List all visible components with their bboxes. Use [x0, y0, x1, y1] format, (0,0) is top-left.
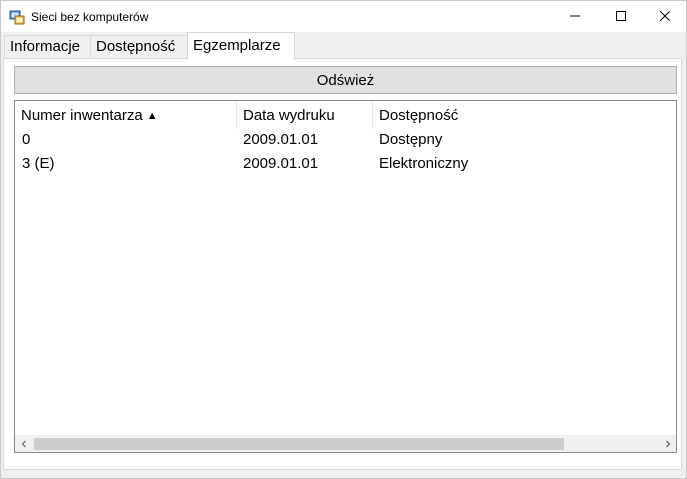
tab-egzemplarze[interactable]: Egzemplarze	[187, 32, 295, 60]
tab-dostepnosc[interactable]: Dostępność	[90, 35, 188, 57]
column-label: Dostępność	[379, 107, 459, 124]
maximize-button[interactable]	[598, 1, 644, 32]
cell-print-date: 2009.01.01	[243, 131, 319, 148]
scroll-right-button[interactable]	[659, 435, 676, 452]
column-header-print-date[interactable]: Data wydruku	[237, 101, 373, 129]
cell-availability: Elektroniczny	[379, 155, 469, 172]
minimize-button[interactable]	[552, 1, 598, 32]
tab-informacje[interactable]: Informacje	[4, 35, 91, 57]
column-header-inventory-number[interactable]: Numer inwentarza ▲	[15, 101, 237, 129]
minimize-icon	[570, 8, 580, 25]
app-window: Sieci bez komputerów Informacje Dostępno…	[0, 0, 687, 479]
chevron-left-icon	[20, 437, 28, 451]
list-header: Numer inwentarza ▲ Data wydruku Dostępnoś…	[15, 101, 676, 129]
list-item[interactable]: 0 2009.01.01 Dostępny	[15, 128, 676, 152]
maximize-icon	[616, 8, 626, 25]
sort-ascending-icon: ▲	[146, 110, 158, 122]
cell-availability: Dostępny	[379, 131, 443, 148]
chevron-right-icon	[664, 437, 672, 451]
cell-inventory-number: 0	[22, 131, 31, 148]
close-button[interactable]	[642, 1, 686, 32]
title-bar[interactable]: Sieci bez komputerów	[1, 1, 686, 32]
refresh-button[interactable]: Odśwież	[14, 66, 677, 94]
cell-print-date: 2009.01.01	[243, 155, 319, 172]
scrollbar-thumb[interactable]	[34, 438, 564, 450]
horizontal-scrollbar[interactable]	[15, 435, 676, 452]
scroll-left-button[interactable]	[15, 435, 32, 452]
column-header-availability[interactable]: Dostępność	[373, 101, 676, 129]
window-title: Sieci bez komputerów	[31, 10, 149, 24]
close-icon	[659, 8, 671, 25]
app-icon	[9, 9, 25, 25]
list-item[interactable]: 3 (E) 2009.01.01 Elektroniczny	[15, 152, 676, 176]
tab-page-egzemplarze: Odśwież Numer inwentarza ▲ Data wydruku D…	[3, 58, 682, 470]
cell-inventory-number: 3 (E)	[22, 155, 55, 172]
column-label: Numer inwentarza	[21, 107, 143, 124]
copies-list[interactable]: Numer inwentarza ▲ Data wydruku Dostępnoś…	[14, 100, 677, 453]
tab-strip: Informacje Dostępność Egzemplarze	[1, 32, 686, 60]
column-label: Data wydruku	[243, 107, 335, 124]
